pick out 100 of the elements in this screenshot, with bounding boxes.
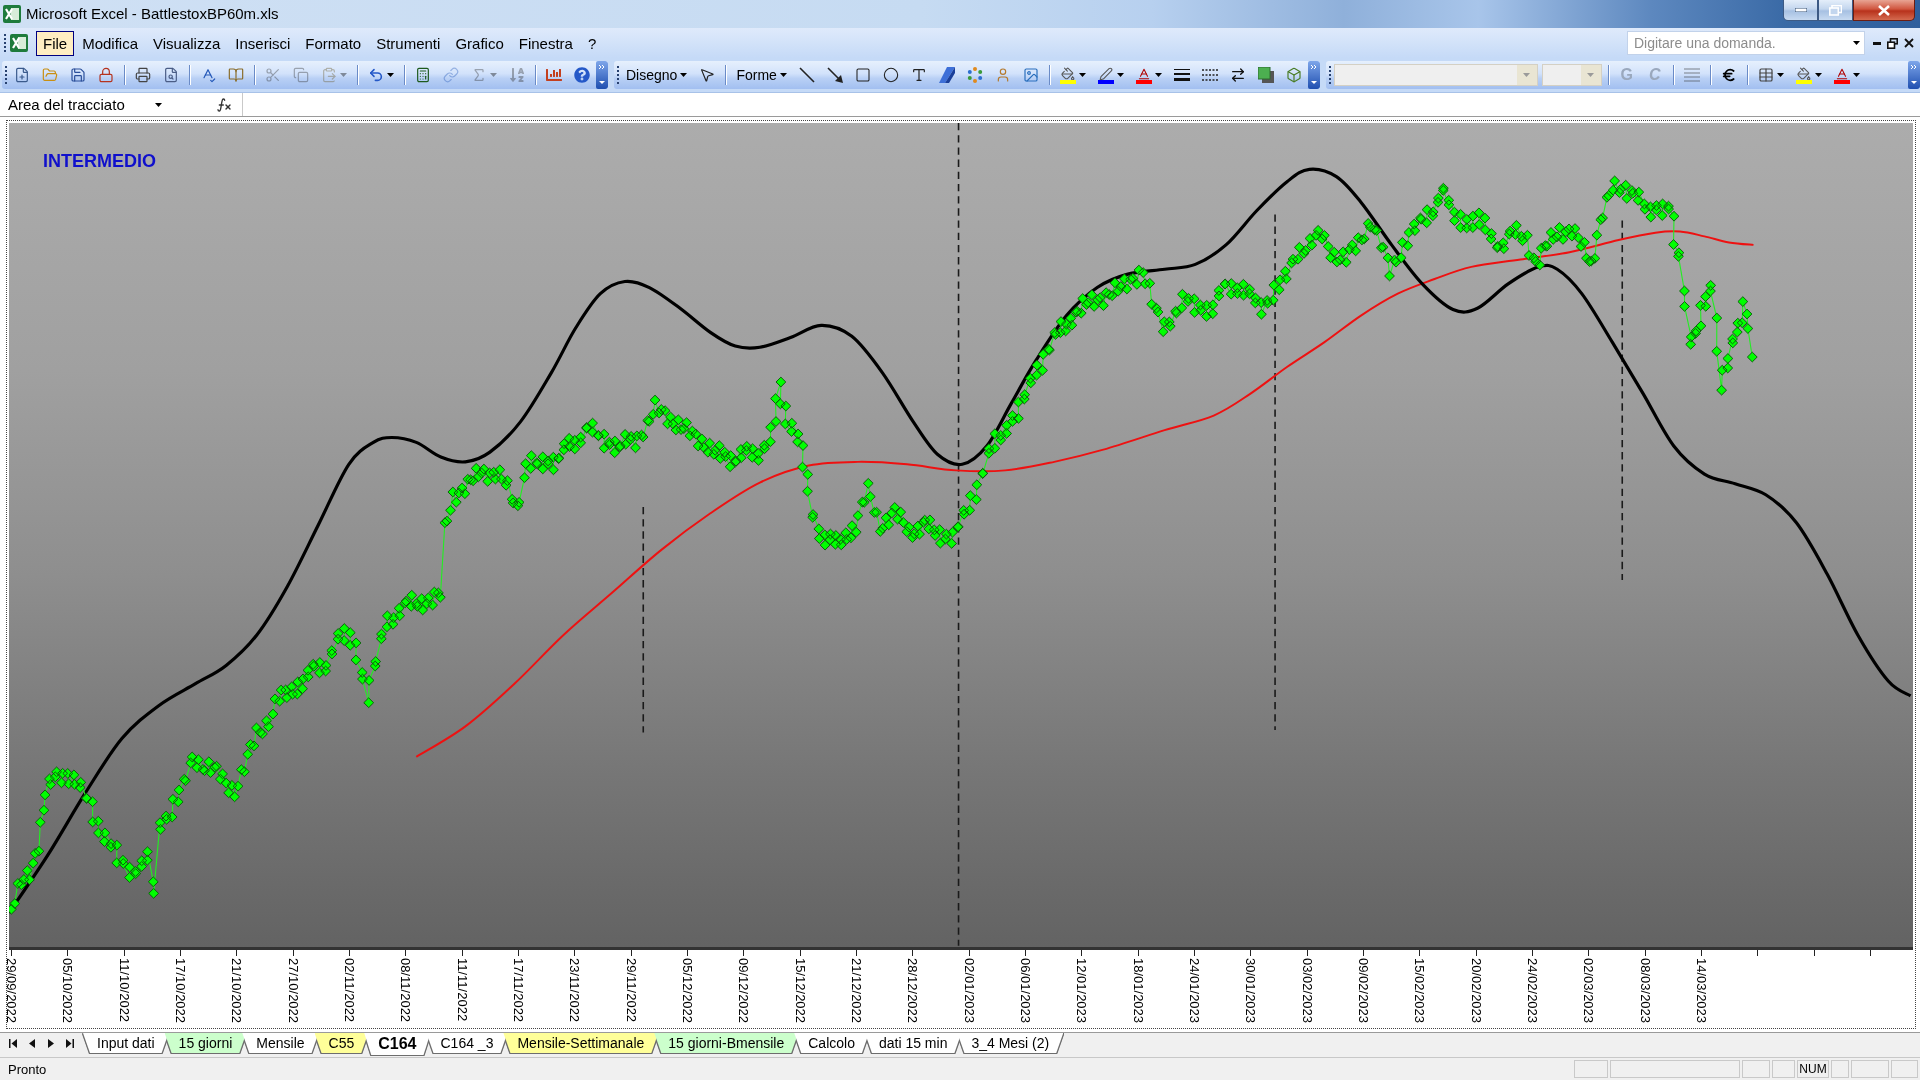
link-icon [443, 67, 459, 83]
toolbar-menu-button[interactable]: Disegno [620, 63, 694, 87]
axis-date-label: 05/12/2022 [679, 958, 695, 1024]
caret-icon [1523, 73, 1531, 77]
minimize-workbook-button[interactable] [1873, 41, 1881, 45]
axis-date-label: 23/11/2022 [567, 958, 583, 1023]
axis-date-label: 30/01/2023 [1243, 958, 1259, 1024]
toolbar-options-icon[interactable] [596, 61, 608, 89]
status-message: Pronto [7, 1061, 47, 1077]
sheet-tab[interactable]: 3_4 Mesi (2) [957, 1033, 1064, 1053]
close-icon [1878, 4, 1890, 16]
axis-date-label: 15/12/2022 [792, 958, 808, 1024]
close-workbook-button[interactable] [1904, 38, 1914, 48]
menu-item[interactable]: Strumenti [369, 30, 448, 56]
restore-icon [1887, 37, 1898, 49]
spreadsheet-app-icon [3, 5, 21, 23]
menu-item[interactable]: Formato [298, 30, 369, 56]
axis-date-label: 24/01/2023 [1186, 958, 1202, 1024]
minimize-button[interactable] [1783, 0, 1818, 21]
close-icon [1904, 38, 1914, 48]
copy-icon [293, 67, 309, 83]
sheet-tab[interactable]: 15 giorni [164, 1033, 247, 1053]
toolbar-options-icon[interactable] [1908, 61, 1920, 89]
new-file-icon [14, 67, 30, 83]
font-color-icon [1833, 66, 1850, 84]
menu-item[interactable]: Finestra [511, 30, 580, 56]
caret-icon [779, 73, 787, 77]
caret-icon [1853, 41, 1860, 45]
help-search-field[interactable]: Digitare una domanda. [1627, 31, 1865, 55]
minimize-icon [1873, 41, 1881, 45]
cube-icon [1285, 67, 1302, 83]
axis-date-label: 17/11/2022 [510, 958, 526, 1023]
menu-item[interactable]: Inserisci [228, 30, 298, 56]
axis-date-label: 08/11/2022 [398, 958, 414, 1023]
justify-icon [1683, 67, 1700, 83]
fill-color-icon [1795, 66, 1812, 84]
restore-workbook-button[interactable] [1887, 37, 1898, 49]
menu-item[interactable]: Grafico [448, 30, 511, 56]
rectangle-icon [854, 67, 871, 83]
euro-icon [1720, 67, 1737, 83]
restore-button[interactable] [1818, 0, 1853, 21]
ring-diagram-icon [966, 67, 983, 83]
axis-date-label: 02/11/2022 [341, 958, 357, 1023]
axis-date-label: 09/12/2022 [736, 958, 752, 1024]
axis-date-label: 29/09/2022 [4, 958, 19, 1024]
sheet-tab[interactable]: C164 [364, 1033, 431, 1055]
toolbar-options-icon[interactable] [1307, 61, 1320, 89]
axis-date-label: 15/02/2023 [1412, 958, 1428, 1024]
close-button[interactable] [1853, 0, 1915, 21]
caret-icon [680, 73, 688, 77]
menu-item[interactable]: Visualizza [146, 30, 228, 56]
caret-icon [1587, 73, 1595, 77]
toolbar-menu-button[interactable]: Forme [730, 63, 793, 87]
sheet-tab[interactable]: Input dati [83, 1033, 169, 1053]
grip-handle-icon[interactable] [616, 65, 620, 85]
line-style-icon [1173, 67, 1190, 83]
borders-icon [1757, 67, 1774, 83]
axis-date-label: 14/03/2023 [1693, 958, 1709, 1024]
undo-icon [368, 67, 384, 83]
axis-date-label: 18/01/2023 [1130, 958, 1146, 1024]
axis-date-label: 12/01/2023 [1074, 958, 1090, 1024]
folder-icon [42, 67, 58, 83]
minimize-icon [1794, 8, 1807, 12]
sheet-tab[interactable]: dati 15 min [864, 1033, 962, 1053]
menu-item[interactable]: ? [580, 30, 604, 56]
axis-date-label: 24/02/2023 [1524, 958, 1540, 1024]
grip-handle-icon[interactable] [4, 65, 8, 85]
window-title: Microsoft Excel - BattlestoxBP60m.xls [26, 4, 279, 24]
sheet-tab[interactable]: 15 giorni-Bmensile [654, 1033, 799, 1053]
right-arrow-icon [48, 1038, 54, 1048]
calculator-icon [415, 67, 431, 83]
sheet-tab[interactable]: C164 _3 [426, 1033, 508, 1053]
grip-handle-icon[interactable] [1327, 65, 1332, 85]
grip-handle-icon[interactable] [3, 33, 7, 53]
axis-date-label: 21/10/2022 [229, 958, 245, 1024]
lock-icon [98, 67, 114, 83]
sheet-tab[interactable]: Mensile [242, 1033, 319, 1053]
sheet-tab[interactable]: Calcolo [794, 1033, 869, 1053]
caret-icon [155, 102, 162, 107]
double-arrow-icon [1229, 67, 1246, 83]
workbook-icon [10, 34, 28, 52]
oval-icon [882, 67, 899, 83]
pointer-icon [699, 67, 716, 83]
line-icon [798, 67, 815, 83]
book-icon [228, 67, 244, 83]
axis-date-label: 02/01/2023 [961, 958, 977, 1024]
axis-date-label: 27/10/2022 [285, 958, 301, 1024]
axis-date-label: 17/10/2022 [173, 958, 188, 1024]
menu-item[interactable]: File [36, 30, 75, 56]
picture-icon [1022, 67, 1039, 83]
axis-date-label: 05/10/2022 [60, 958, 76, 1024]
axis-date-label: 09/02/2023 [1355, 958, 1371, 1024]
sheet-tab[interactable]: Mensile-Settimanale [503, 1033, 659, 1053]
function-icon [216, 96, 232, 113]
scissors-icon [265, 67, 281, 83]
fill-color-icon [1059, 66, 1076, 84]
axis-date-label: 29/11/2022 [623, 958, 639, 1023]
menu-item[interactable]: Modifica [75, 30, 146, 56]
axis-date-label: 20/02/2023 [1468, 958, 1484, 1024]
clipboard-icon [321, 67, 337, 83]
